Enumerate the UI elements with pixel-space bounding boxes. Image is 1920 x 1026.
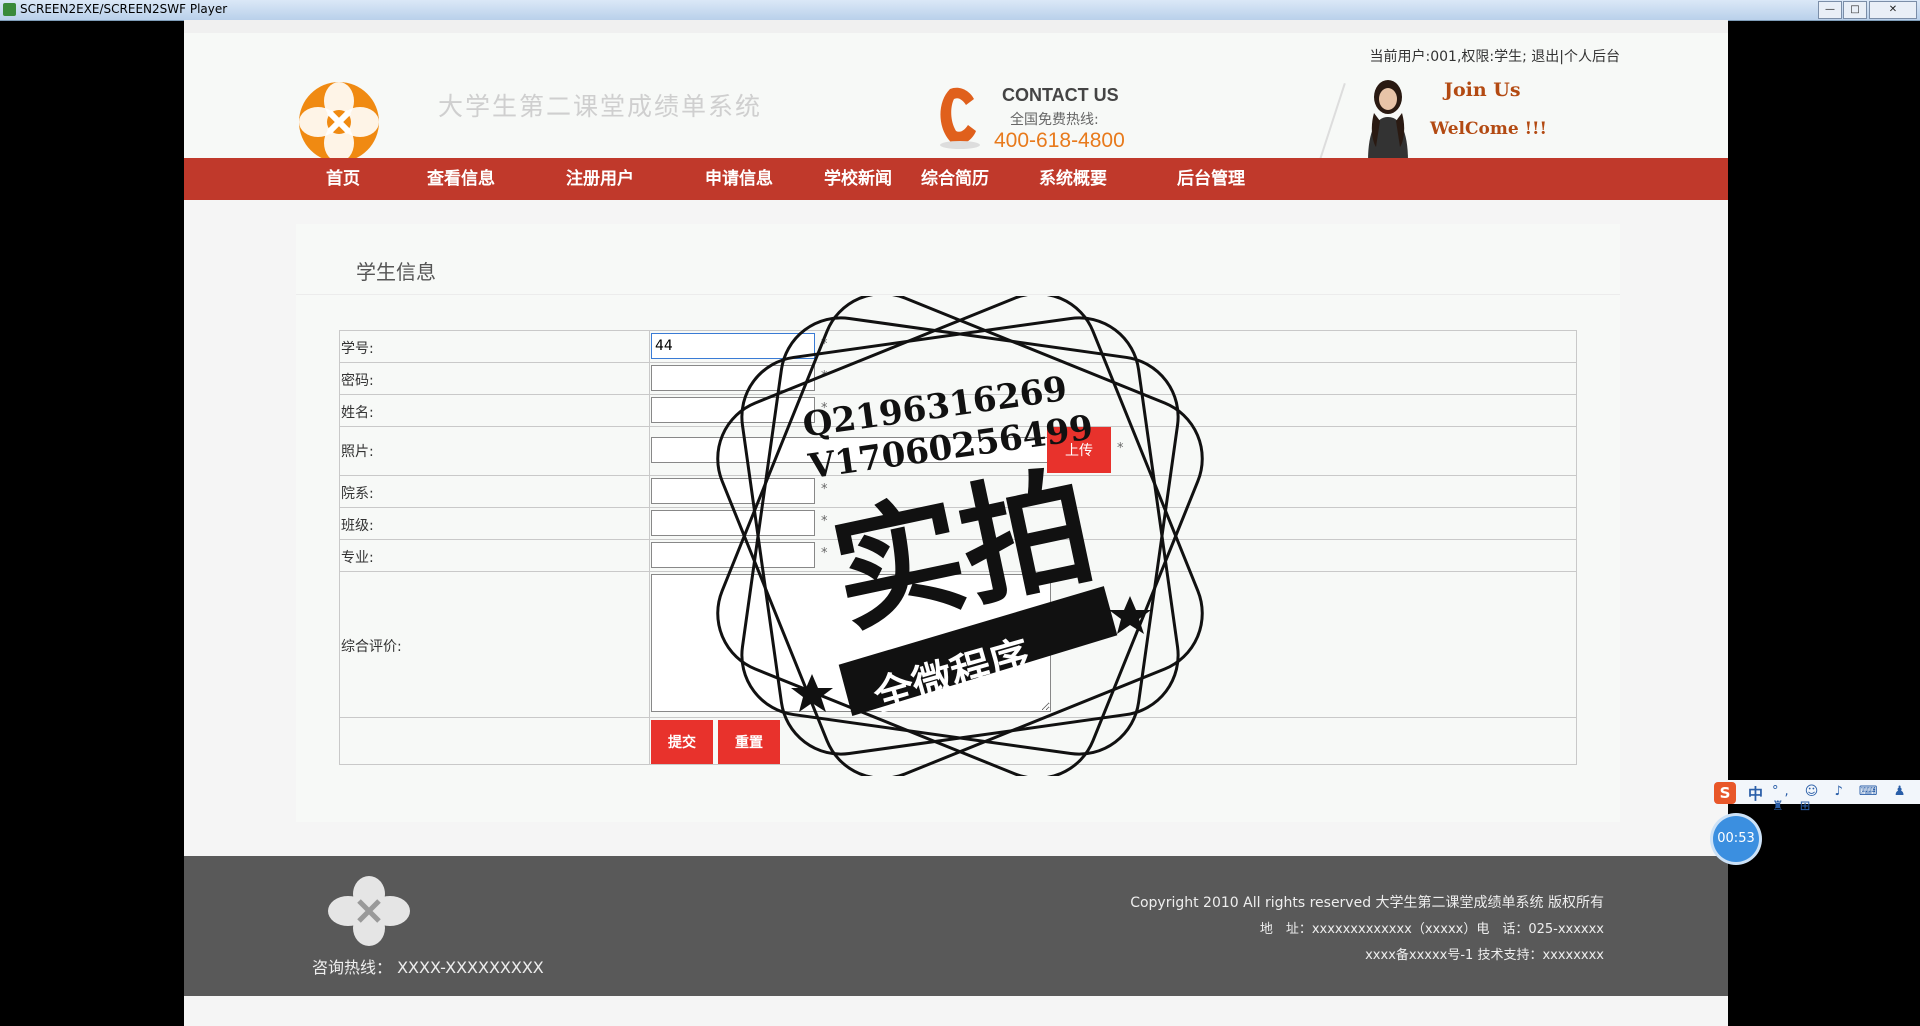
upload-button[interactable]: 上传 [1047, 427, 1111, 473]
label-department: 院系: [341, 486, 374, 502]
ime-logo-icon[interactable]: S [1714, 782, 1736, 804]
main-nav: 首页 查看信息 注册用户 申请信息 学校新闻 综合简历 系统概要 后台管理 [184, 158, 1728, 200]
label-class: 班级: [341, 518, 374, 534]
logo-icon [299, 82, 379, 162]
nav-admin[interactable]: 后台管理 [1177, 158, 1245, 200]
web-page: 当前用户:001,权限:学生; 退出|个人后台 大学生第二课堂成绩单系统 CON… [184, 20, 1728, 1026]
title-divider [296, 294, 1620, 295]
cell-divider [649, 331, 650, 362]
cell-divider [649, 572, 650, 717]
user-info[interactable]: 当前用户:001,权限:学生; 退出|个人后台 [1370, 46, 1621, 66]
nav-resume[interactable]: 综合简历 [921, 158, 989, 200]
department-input[interactable] [651, 478, 815, 504]
recording-timer[interactable]: 00:53 [1713, 816, 1759, 862]
window-title: SCREEN2EXE/SCREEN2SWF Player [20, 2, 228, 16]
minimize-button[interactable]: — [1818, 1, 1842, 19]
photo-path-input[interactable] [651, 437, 1051, 463]
avatar [1368, 80, 1408, 161]
cell-divider [649, 476, 650, 507]
row-actions: 提交 重置 [340, 717, 1576, 764]
address-text: 地 址：xxxxxxxxxxxxx（xxxxx）电 话：025-xxxxxx [1259, 922, 1604, 937]
ime-tool-icons[interactable]: °, ☺ ♪ ⌨ ♟ ♜ ⊞ [1772, 784, 1920, 814]
reset-button[interactable]: 重置 [718, 720, 780, 764]
row-class: 班级: * [340, 507, 1576, 539]
bottom-strip [184, 996, 1728, 1026]
label-name: 姓名: [341, 405, 374, 421]
required-mark: * [1117, 441, 1124, 456]
icp-text: xxxx备xxxxx号-1 技术支持：xxxxxxxx [1365, 948, 1604, 963]
footer-hotline: 咨询热线： XXXX-XXXXXXXXX [312, 958, 544, 977]
row-password: 密码: * [340, 362, 1576, 394]
join-us-text: Join Us [1444, 79, 1521, 101]
row-student-id: 学号: * [340, 331, 1576, 362]
cell-divider [649, 395, 650, 426]
app-icon [3, 3, 16, 16]
required-mark: * [821, 369, 828, 384]
name-input[interactable] [651, 397, 815, 423]
row-name: 姓名: * [340, 394, 1576, 426]
required-mark: * [821, 546, 828, 561]
ime-toolbar[interactable]: S 中 °, ☺ ♪ ⌨ ♟ ♜ ⊞ [1712, 780, 1920, 814]
phone-icon [940, 87, 980, 149]
page-title: 学生信息 [356, 260, 436, 284]
row-major: 专业: * [340, 539, 1576, 571]
content-panel: 学生信息 学号: * 密码: * 姓名: * 照片: [296, 224, 1620, 822]
cell-divider [649, 718, 650, 764]
student-form: 学号: * 密码: * 姓名: * 照片: 上传 [339, 330, 1577, 765]
nav-system-overview[interactable]: 系统概要 [1039, 158, 1107, 200]
ime-mode[interactable]: 中 [1748, 783, 1763, 804]
site-footer: 咨询热线： XXXX-XXXXXXXXX Copyright 2010 All … [184, 856, 1728, 996]
cell-divider [649, 540, 650, 571]
nav-school-news[interactable]: 学校新闻 [824, 158, 892, 200]
window-titlebar: SCREEN2EXE/SCREEN2SWF Player — □ ✕ [0, 0, 1920, 21]
site-title: 大学生第二课堂成绩单系统 [438, 92, 763, 121]
required-mark: * [821, 482, 828, 497]
cell-divider [649, 363, 650, 394]
hotline-number: 400-618-4800 [994, 129, 1125, 152]
cell-divider [649, 427, 650, 475]
required-mark: * [821, 337, 828, 352]
row-photo: 照片: 上传 * [340, 426, 1576, 475]
password-input[interactable] [651, 365, 815, 391]
nav-view-info[interactable]: 查看信息 [427, 158, 495, 200]
footer-logo-icon [328, 876, 410, 946]
major-input[interactable] [651, 542, 815, 568]
required-mark: * [821, 514, 828, 529]
label-evaluation: 综合评价: [341, 639, 402, 655]
maximize-button[interactable]: □ [1843, 1, 1867, 19]
student-id-input[interactable] [651, 333, 815, 359]
welcome-text: WelCome !!! [1430, 119, 1547, 139]
site-header: 当前用户:001,权限:学生; 退出|个人后台 大学生第二课堂成绩单系统 CON… [184, 33, 1728, 175]
label-photo: 照片: [341, 444, 374, 460]
row-evaluation: 综合评价: [340, 571, 1576, 717]
top-strip [184, 20, 1728, 33]
row-department: 院系: * [340, 475, 1576, 507]
required-mark: * [821, 401, 828, 416]
cell-divider [649, 508, 650, 539]
label-major: 专业: [341, 550, 374, 566]
hotline-label: 全国免费热线: [1010, 112, 1099, 128]
nav-apply[interactable]: 申请信息 [705, 158, 773, 200]
nav-register[interactable]: 注册用户 [566, 158, 634, 200]
evaluation-textarea[interactable] [651, 574, 1051, 712]
contact-title: CONTACT US [1002, 85, 1119, 105]
nav-home[interactable]: 首页 [326, 158, 360, 200]
submit-button[interactable]: 提交 [651, 720, 713, 764]
copyright-text: Copyright 2010 All rights reserved 大学生第二… [1130, 895, 1604, 911]
close-button[interactable]: ✕ [1869, 1, 1917, 19]
label-student-id: 学号: [341, 341, 374, 357]
label-password: 密码: [341, 373, 374, 389]
class-input[interactable] [651, 510, 815, 536]
